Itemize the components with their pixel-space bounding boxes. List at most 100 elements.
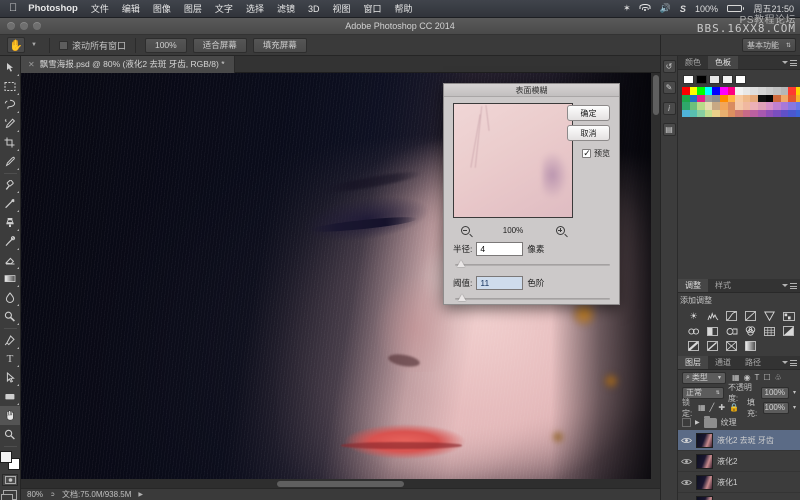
- color-swatch[interactable]: [773, 94, 781, 103]
- invert-icon[interactable]: [782, 325, 795, 337]
- color-swatch[interactable]: [780, 94, 789, 103]
- color-swatch[interactable]: [788, 87, 796, 95]
- workspace-switcher[interactable]: 基本功能 ⇅: [741, 38, 796, 52]
- chevron-right-icon[interactable]: ▶: [138, 491, 143, 498]
- panel-menu-button[interactable]: [782, 279, 800, 292]
- channel-mixer-icon[interactable]: [744, 325, 757, 337]
- color-swatch[interactable]: [735, 87, 743, 95]
- color-swatch[interactable]: [773, 87, 781, 95]
- move-tool[interactable]: [0, 58, 20, 77]
- menu-window[interactable]: 窗口: [364, 2, 382, 15]
- color-swatch[interactable]: [682, 87, 690, 95]
- photo-filter-icon[interactable]: [725, 325, 738, 337]
- black-white-icon[interactable]: [706, 325, 719, 337]
- wifi-icon[interactable]: [639, 4, 651, 13]
- threshold-icon[interactable]: [706, 340, 719, 352]
- eye-icon[interactable]: [681, 477, 692, 488]
- screen-mode-button[interactable]: [1, 489, 17, 500]
- levels-icon[interactable]: [706, 310, 719, 322]
- bluetooth-icon[interactable]: ✶: [623, 3, 631, 14]
- clock[interactable]: 周五21:50: [753, 2, 794, 15]
- color-swatch[interactable]: [757, 102, 766, 110]
- color-swatch[interactable]: [795, 87, 800, 95]
- shape-filter-icon[interactable]: ☐: [763, 373, 770, 382]
- color-swatch[interactable]: [780, 102, 789, 110]
- canvas-vertical-scrollbar[interactable]: [651, 73, 660, 479]
- maximize-window-button[interactable]: [33, 22, 41, 30]
- tab-adjustments[interactable]: 调整: [678, 279, 708, 292]
- color-swatch[interactable]: [780, 87, 789, 95]
- color-swatch[interactable]: [727, 87, 736, 95]
- eyedropper-tool[interactable]: [0, 152, 20, 171]
- color-swatch[interactable]: [719, 109, 728, 118]
- tab-channels[interactable]: 通道: [708, 356, 738, 369]
- color-swatch[interactable]: [750, 102, 758, 110]
- table-row[interactable]: 液化2: [678, 451, 800, 472]
- color-swatch[interactable]: [765, 102, 774, 110]
- tab-styles[interactable]: 样式: [708, 279, 738, 292]
- pen-tool[interactable]: [0, 331, 20, 350]
- document-tab[interactable]: ✕ 飘雪海报.psd @ 80% (液化2 去斑 牙齿, RGB/8) *: [21, 55, 235, 73]
- tab-color[interactable]: 颜色: [678, 56, 708, 69]
- color-swatch[interactable]: [795, 94, 800, 103]
- fill-screen-button[interactable]: 填充屏幕: [252, 37, 307, 53]
- healing-brush-tool[interactable]: [0, 176, 20, 195]
- clone-stamp-tool[interactable]: [0, 213, 20, 232]
- tab-swatches[interactable]: 色板: [708, 56, 738, 69]
- marquee-tool[interactable]: [0, 77, 20, 96]
- curves-icon[interactable]: [725, 310, 738, 322]
- color-swatch[interactable]: [712, 87, 720, 95]
- group-checkbox[interactable]: [682, 418, 691, 427]
- lock-position-icon[interactable]: ✚: [718, 403, 725, 412]
- apple-logo-icon[interactable]: : [9, 3, 17, 14]
- panel-menu-button[interactable]: [782, 356, 800, 369]
- scrollbar-thumb[interactable]: [276, 480, 405, 487]
- menu-3d[interactable]: 3D: [308, 4, 320, 14]
- path-selection-tool[interactable]: [0, 368, 20, 387]
- color-swatch[interactable]: [719, 87, 728, 95]
- zoom-level[interactable]: 80%: [27, 490, 43, 499]
- color-swatch[interactable]: [765, 87, 774, 95]
- color-swatch[interactable]: [712, 109, 720, 118]
- color-swatch[interactable]: [788, 94, 796, 103]
- blur-tool[interactable]: [0, 288, 20, 307]
- menu-image[interactable]: 图像: [153, 2, 171, 15]
- color-swatch[interactable]: [712, 94, 720, 103]
- color-swatch[interactable]: [712, 102, 720, 110]
- slider-thumb[interactable]: [457, 260, 465, 267]
- color-swatch[interactable]: [742, 87, 751, 95]
- color-swatch[interactable]: [719, 94, 728, 103]
- color-swatch[interactable]: [795, 109, 800, 118]
- color-swatch[interactable]: [750, 87, 758, 95]
- color-swatch[interactable]: [757, 109, 766, 118]
- crop-tool[interactable]: [0, 133, 20, 152]
- exposure-icon[interactable]: [744, 310, 757, 322]
- menu-help[interactable]: 帮助: [395, 2, 413, 15]
- menu-view[interactable]: 视图: [332, 2, 350, 15]
- opacity-stepper-icon[interactable]: ▾: [793, 389, 796, 396]
- smart-filter-icon[interactable]: ♧: [775, 373, 782, 382]
- hand-tool-icon[interactable]: ✋: [7, 37, 25, 53]
- canvas-horizontal-scrollbar[interactable]: [21, 479, 660, 488]
- menu-file[interactable]: 文件: [91, 2, 109, 15]
- color-swatch[interactable]: [682, 109, 690, 118]
- color-swatch[interactable]: [735, 102, 743, 110]
- menu-layer[interactable]: 图层: [184, 2, 202, 15]
- radius-input[interactable]: [476, 242, 524, 256]
- share-arrow-icon[interactable]: ➲: [50, 491, 55, 498]
- color-swatch[interactable]: [765, 94, 774, 103]
- menu-type[interactable]: 文字: [215, 2, 233, 15]
- eye-icon[interactable]: [681, 456, 692, 467]
- zoom-in-icon[interactable]: [556, 225, 565, 235]
- table-row[interactable]: 液化1: [678, 472, 800, 493]
- color-swatch[interactable]: [788, 109, 796, 118]
- color-swatch[interactable]: [780, 109, 789, 118]
- menu-edit[interactable]: 编辑: [122, 2, 140, 15]
- table-row[interactable]: 液化2 去斑 牙齿: [678, 430, 800, 451]
- radius-slider[interactable]: [455, 260, 610, 270]
- color-swatch[interactable]: [765, 109, 774, 118]
- cancel-button[interactable]: 取消: [567, 125, 610, 141]
- zoom-tool[interactable]: [0, 425, 20, 444]
- color-swatch[interactable]: [689, 87, 698, 95]
- gradient-tool[interactable]: [0, 270, 20, 289]
